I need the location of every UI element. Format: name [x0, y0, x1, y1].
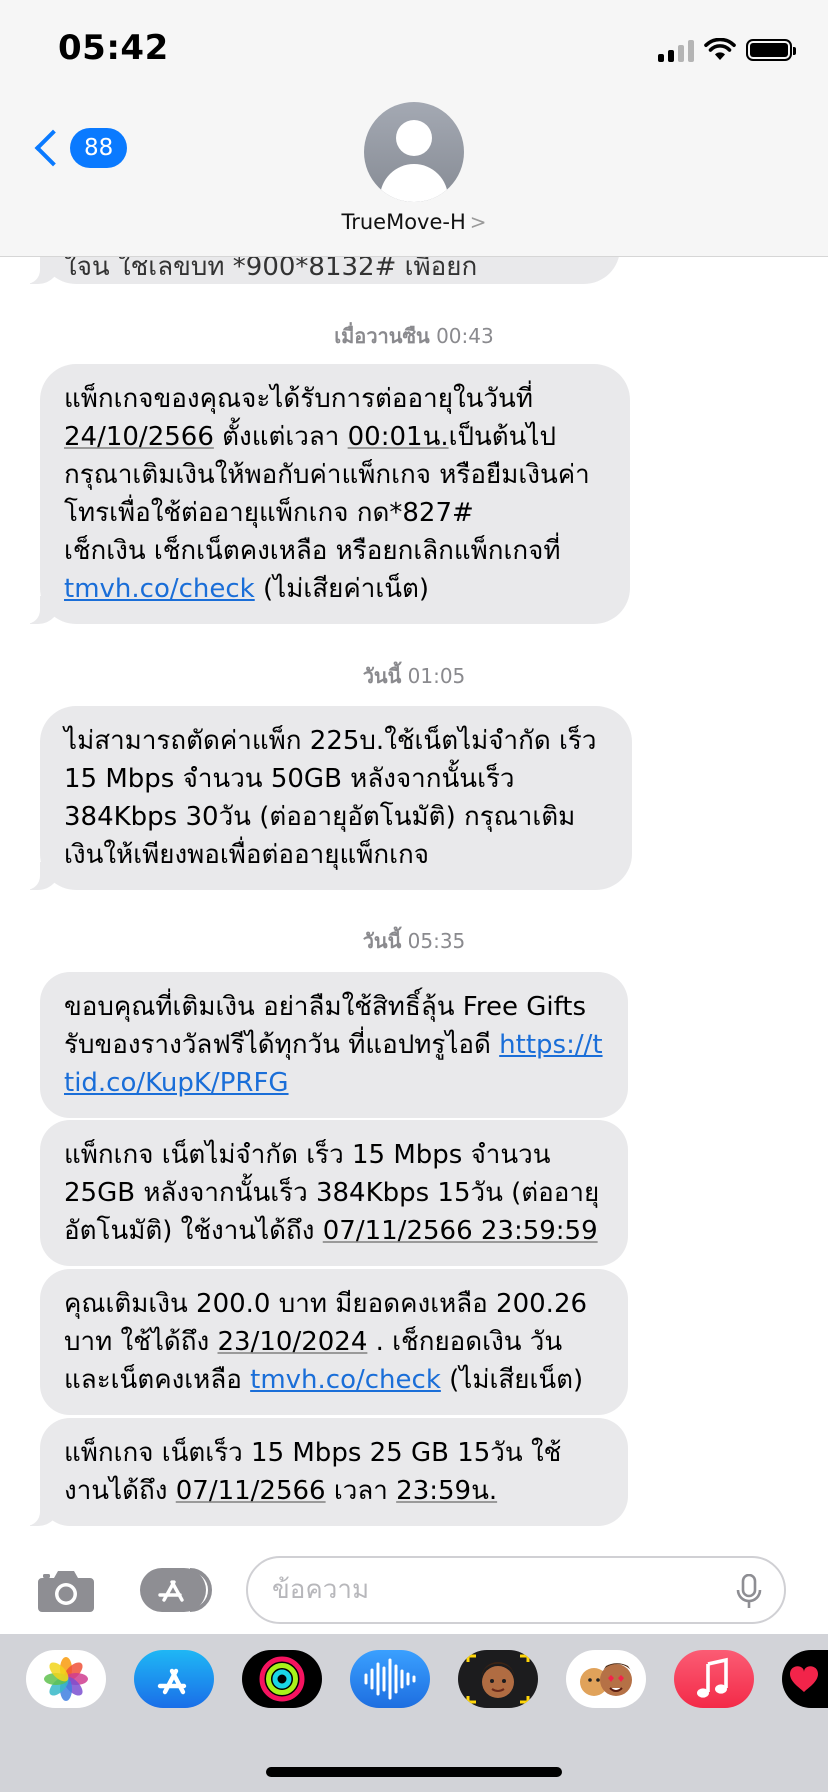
contact-name[interactable]: TrueMove-H > [0, 210, 828, 234]
message-text: แพ็กเกจของคุณจะได้รับการต่ออายุในวันที่ … [64, 384, 590, 604]
memoji-icon[interactable] [458, 1650, 538, 1708]
message-bubble[interactable]: แพ็กเกจของคุณจะได้รับการต่ออายุในวันที่ … [20, 364, 630, 624]
time-detected-link[interactable]: 00:01น. [348, 422, 449, 452]
battery-icon [746, 39, 796, 61]
message-bubble[interactable]: ไม่สามารถตัดค่าแพ็ก 225บ.ใช้เน็ตไม่จำกัด… [20, 706, 632, 890]
navigation-header: 05:42 88 TrueMove-H > [0, 0, 828, 257]
message-text: ขอบคุณที่เติมเงิน อย่าลืมใช้สิทธิ์ลุ้น F… [64, 992, 603, 1098]
message-link[interactable]: tmvh.co/check [64, 574, 255, 604]
contact-avatar[interactable] [364, 102, 464, 202]
contact-name-label: TrueMove-H [341, 210, 466, 234]
message-text: คุณเติมเงิน 200.0 บาท มียอดคงเหลือ 200.2… [64, 1289, 588, 1395]
message-link[interactable]: tmvh.co/check [250, 1365, 441, 1395]
chevron-left-icon [34, 129, 72, 167]
camera-icon[interactable] [36, 1566, 96, 1614]
timestamp: วันนี้ 01:05 [362, 664, 466, 688]
app-store-icon[interactable] [134, 1650, 214, 1708]
date-detected-link[interactable]: 24/10/2566 [64, 422, 214, 452]
audio-icon[interactable] [350, 1650, 430, 1708]
unread-count-badge: 88 [70, 128, 128, 168]
date-detected-link[interactable]: 23/10/2024 [218, 1327, 368, 1357]
date-detected-link[interactable]: 07/11/2566 23:59:59 [323, 1216, 598, 1246]
message-bubble[interactable]: ขอบคุณที่เติมเงิน อย่าลืมใช้สิทธิ์ลุ้น F… [40, 972, 628, 1118]
music-icon[interactable] [674, 1650, 754, 1708]
app-store-apps-icon[interactable] [138, 1566, 214, 1614]
message-text: แพ็กเกจ เน็ตเร็ว 15 Mbps 25 GB 15วัน ใช้… [64, 1438, 562, 1506]
home-indicator[interactable] [266, 1767, 562, 1777]
message-text: แพ็กเกจ เน็ตไม่จำกัด เร็ว 15 Mbps จำนวน … [64, 1140, 600, 1246]
timestamp: วันนี้ 05:35 [362, 929, 466, 953]
activity-icon[interactable] [242, 1650, 322, 1708]
message-input[interactable] [246, 1556, 786, 1624]
message-bubble[interactable]: คุณเติมเงิน 200.0 บาท มียอดคงเหลือ 200.2… [40, 1269, 628, 1415]
message-text: ไม่สามารถตัดค่าแพ็ก 225บ.ใช้เน็ตไม่จำกัด… [64, 726, 597, 870]
status-time: 05:42 [58, 28, 169, 68]
wifi-icon [704, 38, 736, 60]
cellular-signal-icon [658, 38, 694, 62]
microphone-icon[interactable] [736, 1574, 762, 1610]
status-icons [658, 36, 796, 64]
photos-icon[interactable] [26, 1650, 106, 1708]
message-bubble[interactable]: แพ็กเกจ เน็ตไม่จำกัด เร็ว 15 Mbps จำนวน … [40, 1120, 628, 1266]
time-detected-link[interactable]: 23:59น. [396, 1476, 497, 1506]
timestamp: เมื่อวานซืน 00:43 [334, 324, 494, 348]
back-button[interactable]: 88 [30, 128, 128, 168]
message-bubble[interactable]: แพ็กเกจ เน็ตเร็ว 15 Mbps 25 GB 15วัน ใช้… [20, 1418, 628, 1526]
memoji-stickers-icon[interactable] [566, 1650, 646, 1708]
chevron-right-icon: > [469, 210, 487, 234]
date-detected-link[interactable]: 07/11/2566 [176, 1476, 326, 1506]
